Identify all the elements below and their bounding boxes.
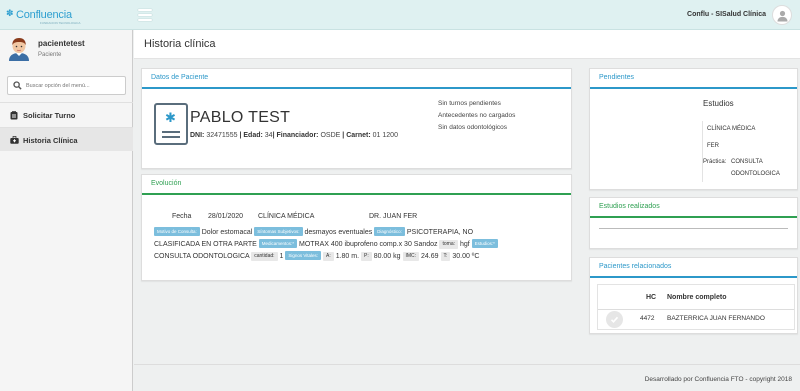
logo-mark-icon: ✽	[6, 8, 14, 18]
menu-search-input[interactable]	[26, 80, 122, 92]
temperatura-value: 30.00 ºC	[452, 253, 480, 260]
clipboard-icon	[10, 111, 18, 120]
estudios-value: CONSULTA ODONTOLOGICA	[154, 253, 250, 260]
footer: Desarrollado por Confluencia FTO - copyr…	[134, 364, 800, 391]
carnet-value: 01 1200	[372, 132, 398, 139]
carnet-label: Carnet:	[346, 132, 371, 139]
user-icon	[777, 10, 788, 22]
panel-title: Evolución	[142, 175, 571, 195]
logo-text: Confluencia	[16, 9, 72, 21]
related-nombre[interactable]: BAZTERRICA JUAN FERNANDO	[667, 315, 765, 322]
status-odontologicos: Sin datos odontológicos	[438, 124, 508, 131]
panel-title: Pendientes	[590, 69, 797, 89]
evolution-panel: Evolución Fecha 28/01/2020 CLÍNICA MÉDIC…	[141, 174, 572, 281]
sidebar-item-label: Solicitar Turno	[23, 111, 76, 120]
peso-value: 80.00 kg	[373, 253, 401, 260]
column-header-hc: HC	[646, 294, 657, 301]
status-antecedentes: Antecedentes no cargados	[438, 112, 516, 119]
doctor: DR. JUAN FER	[369, 213, 418, 220]
status-turnos: Sin turnos pendientes	[438, 100, 501, 107]
altura-tag: A:	[323, 252, 334, 261]
completed-studies-panel: Estudios realizados	[589, 197, 798, 249]
imc-tag: IMC:	[402, 252, 420, 261]
financiador-label: Financiador:	[276, 132, 319, 139]
page-title: Historia clínica	[144, 38, 216, 50]
related-patients-panel: Pacientes relacionados HC Nombre complet…	[589, 257, 798, 334]
motivo-tag: Motivo de Consulta:	[154, 227, 200, 236]
page-header: Historia clínica	[134, 30, 800, 59]
sidebar-item-label: Historia Clínica	[23, 136, 78, 145]
divider	[599, 228, 788, 229]
avatar	[7, 35, 31, 61]
sintomas-tag: Síntomas Subjetivos:	[254, 227, 303, 236]
related-patients-table: HC Nombre completo 4472 BAZTERRICA JUAN …	[597, 284, 795, 330]
user-panel: pacientetest Paciente	[0, 30, 133, 70]
altura-value: 1.80 m.	[335, 253, 360, 260]
evolution-entry: Fecha 28/01/2020 CLÍNICA MÉDICA DR. JUAN…	[154, 211, 564, 263]
pending-panel: Pendientes Estudios CLÍNICA MÉDICA FER P…	[589, 68, 798, 190]
peso-tag: P:	[361, 252, 372, 261]
fecha-value: 28/01/2020	[208, 213, 244, 220]
diagnostico-tag: Diagnóstico:	[374, 227, 405, 236]
edad-value: 34	[264, 132, 273, 139]
medicamentos-tag: Medicamentos:*	[258, 239, 298, 248]
patient-data-panel: Datos de Paciente ✱ PABLO TEST DNI: 3247…	[141, 68, 572, 169]
app-logo[interactable]: ✽ Confluencia FUNDACION TECNOLOGICA	[6, 7, 130, 25]
sintomas-value: desmayos eventuales	[304, 229, 373, 236]
patient-name: PABLO TEST	[190, 109, 291, 126]
panel-title: Estudios realizados	[590, 198, 797, 218]
especialidad: CLÍNICA MÉDICA	[258, 213, 315, 220]
sidebar: pacientetest Paciente Solicitar Turno Hi…	[0, 30, 133, 391]
temperatura-tag: T:	[440, 252, 451, 261]
sidebar-item-historia-clinica[interactable]: Historia Clínica	[0, 127, 133, 151]
top-bar: ✽ Confluencia FUNDACION TECNOLOGICA Conf…	[0, 0, 800, 30]
patient-card-icon: ✱	[154, 103, 188, 145]
toma-tag: toma:	[439, 240, 458, 249]
motivo-value: Dolor estomacal	[201, 229, 253, 236]
pending-item: FER	[707, 143, 719, 149]
pending-studies-title: Estudios	[703, 99, 734, 108]
user-menu-avatar[interactable]	[772, 5, 792, 25]
search-icon	[13, 81, 22, 90]
dni-value: 32471555	[206, 132, 238, 139]
toma-value: hgf	[459, 241, 470, 248]
pending-item: ODONTOLOGICA	[731, 171, 780, 177]
panel-title: Pacientes relacionados	[590, 258, 797, 278]
financiador-value: OSDE	[320, 132, 341, 139]
cantidad-value: 1	[279, 253, 284, 260]
fecha-label: Fecha	[172, 213, 192, 220]
cantidad-tag: cantidad:	[251, 252, 278, 261]
column-header-nombre: Nombre completo	[667, 294, 727, 301]
briefcase-icon	[10, 136, 19, 144]
edad-label: Edad:	[243, 132, 263, 139]
signos-tag: Signos Vitales:	[285, 251, 322, 260]
user-role: Paciente	[38, 52, 62, 58]
estudios-tag: Estudios:*	[471, 239, 498, 248]
sidebar-item-solicitar-turno[interactable]: Solicitar Turno	[0, 102, 133, 126]
pending-item: CLÍNICA MÉDICA	[707, 126, 756, 132]
panel-title: Datos de Paciente	[142, 69, 571, 89]
menu-toggle-icon[interactable]	[138, 9, 152, 21]
select-row-icon[interactable]	[606, 311, 623, 328]
user-name: pacientetest	[38, 39, 85, 48]
pending-item: Práctica:	[703, 159, 727, 165]
menu-search	[7, 76, 126, 95]
diagnostico-value-cont: CLASIFICADA EN OTRA PARTE	[154, 241, 257, 248]
app-title: Conflu - SISalud Clínica	[687, 11, 766, 18]
imc-value: 24.69	[421, 253, 439, 260]
related-hc: 4472	[640, 315, 655, 322]
dni-label: DNI:	[190, 132, 205, 139]
pending-studies-table: CLÍNICA MÉDICA FER Práctica: CONSULTA OD…	[702, 121, 780, 182]
footer-text: Desarrollado por Confluencia FTO - copyr…	[644, 376, 792, 383]
pending-item: CONSULTA	[731, 159, 763, 165]
diagnostico-value: PSICOTERAPIA, NO	[406, 229, 474, 236]
medicamentos-value: MOTRAX 400 ibuprofeno comp.x 30 Sandoz	[299, 241, 438, 248]
patient-info: DNI: 32471555 | Edad: 34| Financiador: O…	[190, 132, 398, 139]
logo-tagline: FUNDACION TECNOLOGICA	[40, 21, 81, 25]
